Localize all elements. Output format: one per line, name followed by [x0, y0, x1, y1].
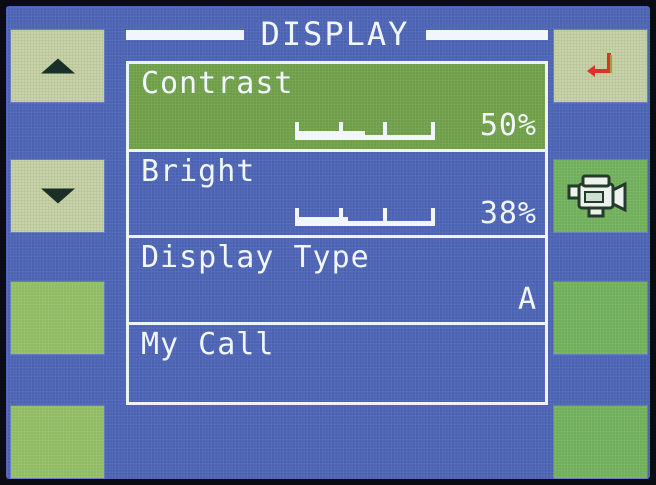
bright-gauge[interactable] [295, 202, 435, 226]
settings-menu: Contrast 50% Bright 38% Display Type A M… [126, 61, 548, 405]
bright-value: 38% [479, 196, 537, 231]
menu-item-contrast[interactable]: Contrast 50% [129, 64, 545, 149]
gauge-fill [295, 131, 365, 140]
menu-item-label: Contrast [141, 66, 294, 101]
softkey-left-4[interactable] [11, 406, 104, 478]
return-icon [586, 53, 612, 77]
return-button[interactable] [554, 30, 647, 102]
title-rule-right [426, 30, 548, 40]
camcorder-icon [567, 174, 626, 218]
softkey-right-4[interactable] [554, 406, 647, 478]
title-rule-left [126, 30, 244, 40]
menu-item-label: Display Type [141, 240, 370, 275]
display-type-value: A [517, 282, 537, 317]
video-button[interactable] [554, 160, 647, 232]
contrast-gauge[interactable] [295, 116, 435, 140]
softkey-right-3[interactable] [554, 282, 647, 354]
menu-item-label: Bright [141, 154, 256, 189]
menu-item-my-call[interactable]: My Call [129, 325, 545, 402]
down-arrow-icon [40, 188, 75, 204]
contrast-value: 50% [479, 108, 537, 143]
scroll-up-button[interactable] [11, 30, 104, 102]
scroll-down-button[interactable] [11, 160, 104, 232]
softkey-left-3[interactable] [11, 282, 104, 354]
lcd-screen: DISPLAY Contrast 50% Bright 38% Display … [6, 6, 650, 479]
menu-item-label: My Call [141, 327, 275, 362]
menu-item-display-type[interactable]: Display Type A [129, 238, 545, 322]
menu-item-bright[interactable]: Bright 38% [129, 152, 545, 235]
up-arrow-icon [40, 58, 75, 74]
page-title: DISPLAY [260, 15, 410, 53]
